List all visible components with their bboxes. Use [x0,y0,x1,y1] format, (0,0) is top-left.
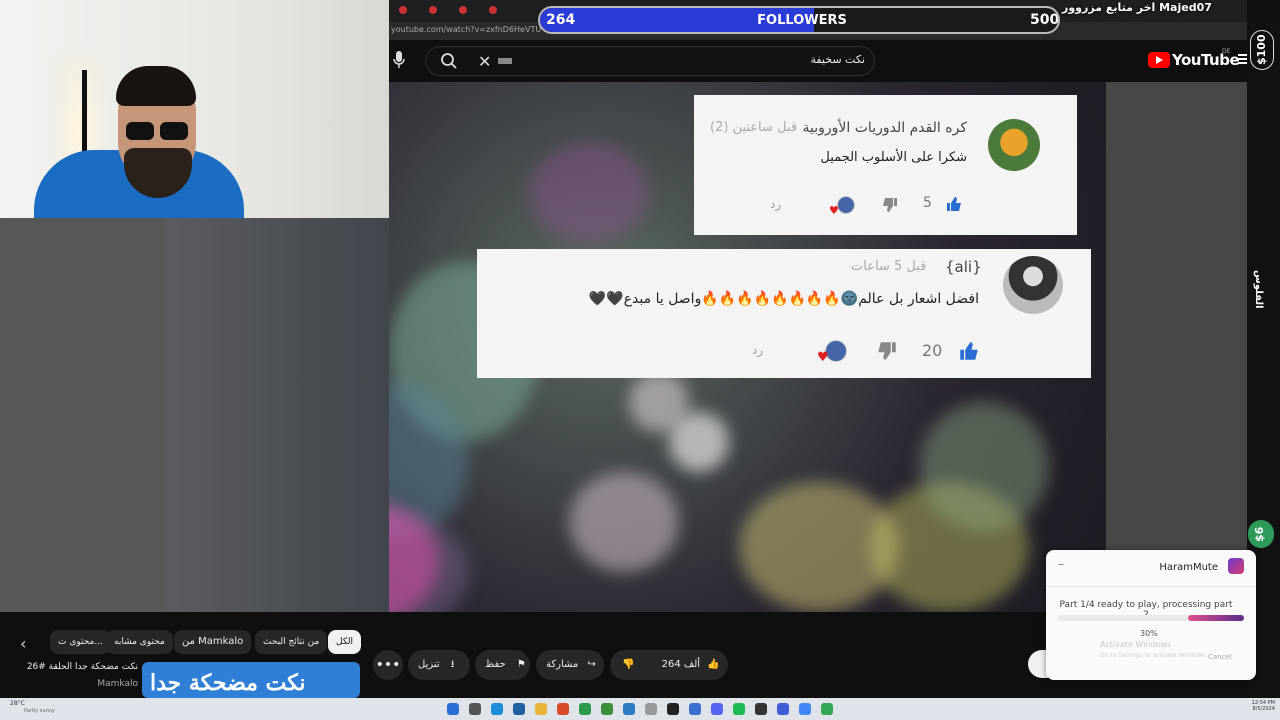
reply-button[interactable]: رد [752,343,763,357]
like-count: 5 [923,195,932,211]
chip-from-channel[interactable]: من Mamkalo [174,630,252,654]
donation-badge-top: $100 [1250,30,1274,70]
save-button[interactable]: حفظ ⚑ [475,650,530,680]
region-code: DE [1222,48,1231,55]
more-actions-icon[interactable]: ••• [373,650,403,680]
comment-card: قبل 5 ساعات {ali} افضل اشعار بل عالم🌚🔥🔥🔥… [477,249,1091,378]
obs-icon[interactable] [667,703,679,715]
chip-all[interactable]: الكل [328,630,362,654]
donation-badge-bottom: $6 [1248,520,1274,548]
chip-from-search[interactable]: من نتائج البحث [255,630,328,654]
youtube-logo-icon[interactable] [1148,52,1170,68]
next-video-thumbnail[interactable]: نكت مضحكة جدا [142,662,360,698]
discord-icon[interactable] [711,703,723,715]
comment-text: شكرا على الأسلوب الجميل [820,150,967,165]
google-icon[interactable] [799,703,811,715]
download-icon: ⭳ [450,659,455,670]
app-icon[interactable] [579,703,591,715]
toast-progress-fill [1188,615,1244,621]
like-icon[interactable] [959,341,979,361]
edge-icon[interactable] [491,703,503,715]
dislike-video-icon[interactable]: 👎 [622,659,634,670]
chevron-left-icon[interactable]: ‹ [20,634,26,653]
reply-button[interactable]: رد [770,197,781,211]
search-icon[interactable] [440,52,458,70]
comment-time: قبل ساعتين (2) [710,120,798,135]
toast-edge-button[interactable] [1028,650,1048,678]
toast-cancel-button[interactable]: Cancel [1208,653,1232,661]
download-button[interactable]: تنزيل ⭳ [408,650,470,680]
heart-icon: ♥ [817,350,829,365]
share-icon: ↪ [587,659,596,670]
next-video-title[interactable]: نكت مضحكة جدا الحلقة #26 [27,662,138,672]
toast-divider [1046,586,1256,587]
system-clock[interactable]: 12:54 PM 8/5/2024 [1245,700,1275,712]
chrome-icon[interactable] [821,703,833,715]
comment-author[interactable]: كره القدم الدوريات الأوروبية [803,120,967,136]
bookmark-icon: ⚑ [516,659,526,670]
save-label: حفظ [485,659,506,670]
dislike-icon[interactable] [877,341,897,361]
store-icon[interactable] [513,703,525,715]
weather-description[interactable]: Partly sunny [24,708,55,714]
search-query-text: نكت سخيفة [810,53,865,66]
toast-app-name: HaramMute [1159,562,1218,573]
app-icon[interactable] [755,703,767,715]
left-panel [0,218,166,612]
like-icon[interactable] [946,196,962,212]
donations-label: الفلوس [1253,270,1264,309]
chip-similar-content[interactable]: محتوى مشابه [106,630,173,654]
search-taskbar-icon[interactable] [469,703,481,715]
followers-label: FOLLOWERS [757,13,847,28]
like-video-icon[interactable]: 👍 [707,659,719,670]
comment-author[interactable]: {ali} [945,258,982,276]
like-count: 20 [922,341,943,360]
followers-goal: 500 [1030,12,1060,28]
app-icon[interactable] [777,703,789,715]
minecraft-icon[interactable] [601,703,613,715]
thumbnail-text: نكت مضحكة جدا [150,670,306,696]
share-label: مشاركة [546,659,579,670]
brave-icon[interactable] [557,703,569,715]
text-cursor [498,58,512,64]
share-button[interactable]: مشاركة ↪ [536,650,604,680]
followers-goal-bar: 264 FOLLOWERS 500 [538,6,1060,34]
app-icon[interactable] [645,703,657,715]
last-follower-label: اخر متابع مزروور Majed07 [1062,1,1212,14]
comment-card: قبل ساعتين (2) كره القدم الدوريات الأورو… [694,95,1077,235]
app-icon[interactable] [689,703,701,715]
activate-windows-watermark: Activate Windows [1100,640,1172,649]
harammute-logo-icon [1228,558,1244,574]
app-icon[interactable] [623,703,635,715]
next-video-channel[interactable]: Mamkalo [60,679,138,689]
download-label: تنزيل [418,659,440,670]
comment-avatar[interactable] [1003,256,1063,314]
video-like-count[interactable]: 264 ألف [662,659,700,670]
start-icon[interactable] [447,703,459,715]
comment-avatar[interactable] [988,119,1040,171]
clear-search-icon[interactable]: ✕ [478,52,491,71]
microphone-icon[interactable] [392,50,406,70]
creator-heart-avatar [837,196,855,214]
comment-time: قبل 5 ساعات [851,259,927,274]
comment-text: افضل اشعار بل عالم🌚🔥🔥🔥🔥🔥🔥🔥🔥واصل يا مبدع🖤… [588,291,979,307]
heart-icon: ♥ [829,204,839,217]
spotify-icon[interactable] [733,703,745,715]
toast-percent: 30% [1140,629,1158,638]
minimize-icon[interactable]: – [1058,557,1064,571]
screen: youtube.com/watch?v=zxfnD6HeVTU ✕ نكت سخ… [0,0,1280,720]
activate-windows-hint: Go to Settings to activate Windows. [1100,652,1208,659]
video-side-background [1106,82,1248,612]
windows-taskbar [0,698,1280,720]
webcam-feed [0,0,389,218]
weather-temp[interactable]: 28°C [10,700,25,707]
clock-date: 8/5/2024 [1252,706,1275,712]
dislike-icon[interactable] [882,197,898,213]
followers-current: 264 [546,12,576,28]
file-explorer-icon[interactable] [535,703,547,715]
like-dislike-group: 👎 264 ألف 👍 [610,650,728,680]
chip-similar-content-2[interactable]: محتوى ت... [50,630,111,654]
